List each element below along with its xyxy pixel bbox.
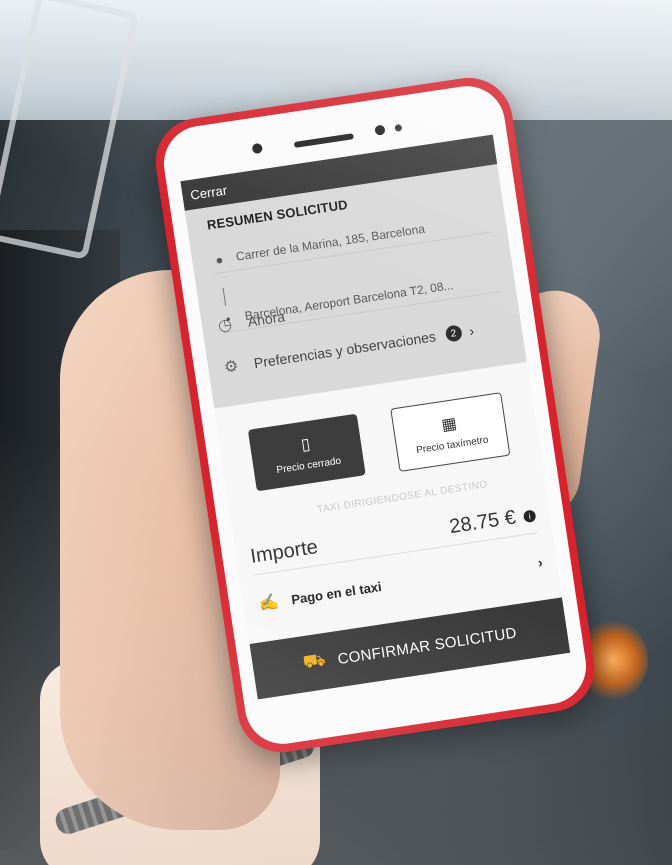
amount-value: 28.75 € (448, 506, 518, 539)
earpiece (293, 133, 354, 148)
clock-icon: ◷ (216, 316, 234, 336)
time-label: Ahora (246, 308, 286, 330)
origin-address: Carrer de la Marina, 185, Barcelona (235, 221, 426, 264)
payment-hand-icon: ✍ (257, 593, 280, 614)
sensor (374, 124, 386, 136)
preferences-count-badge: 2 (444, 324, 463, 343)
close-link[interactable]: Cerrar (189, 182, 228, 202)
phone-price-icon: ▯ (299, 435, 312, 454)
location-pin-icon: ● (214, 251, 225, 268)
taximeter-price-option[interactable]: ▦ Precio taxímetro (390, 392, 511, 472)
confirm-label: CONFIRMAR SOLICITUD (336, 624, 518, 668)
app-screen: Cerrar RESUMEN SOLICITUD ● Carrer de la … (180, 134, 571, 700)
chevron-right-icon: › (536, 553, 544, 571)
info-icon[interactable]: i (522, 508, 537, 523)
request-details: ◷ Ahora ⚙ Preferencias y observaciones 2… (214, 308, 571, 700)
front-camera (251, 142, 263, 155)
gear-icon: ⚙ (223, 357, 240, 377)
taximeter-price-label: Precio taxímetro (415, 434, 490, 456)
sensor-small (394, 123, 403, 132)
taximeter-icon: ▦ (440, 414, 458, 434)
closed-price-label: Precio cerrado (275, 455, 342, 476)
amount-value-wrap: 28.75 € i (448, 503, 537, 539)
payment-label: Pago en el taxi (290, 578, 383, 607)
taxi-icon: ⛟ (301, 649, 328, 673)
route-line (222, 287, 227, 306)
closed-price-option[interactable]: ▯ Precio cerrado (247, 413, 366, 492)
chevron-right-icon: › (468, 322, 476, 340)
amount-label: Importe (248, 536, 320, 568)
